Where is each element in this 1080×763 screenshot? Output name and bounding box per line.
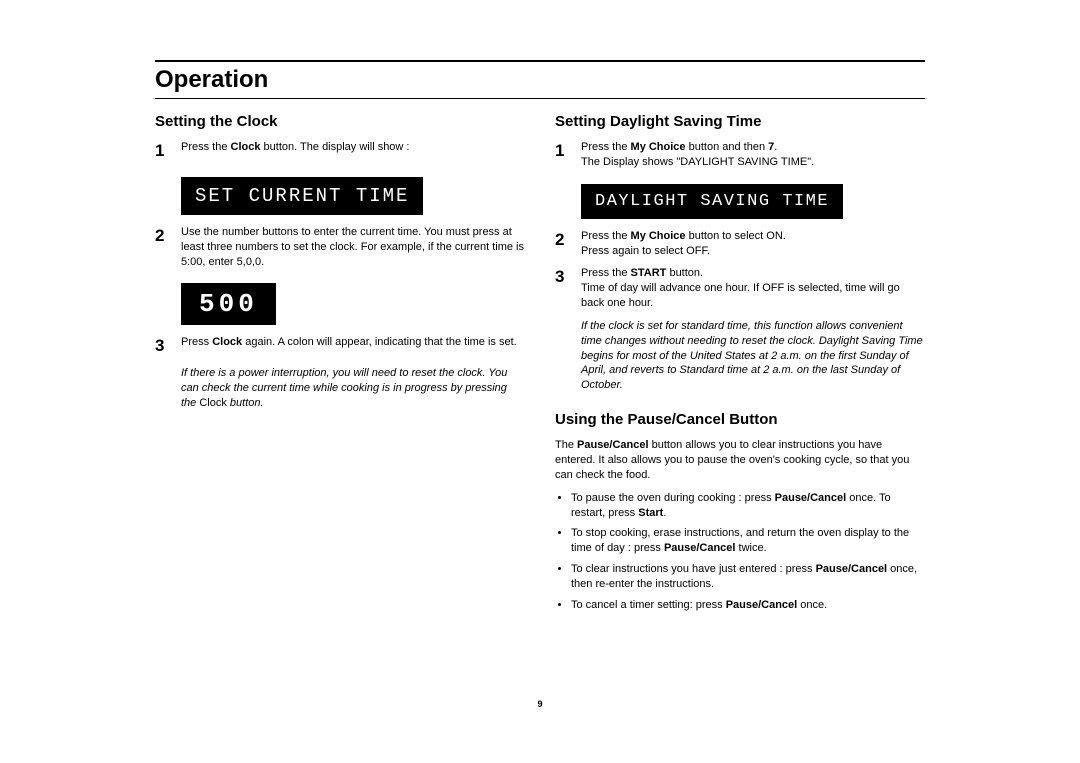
dst-step-3: 3 Press the START button. Time of day wi… (555, 266, 925, 311)
bullet-stop: To stop cooking, erase instructions, and… (571, 526, 925, 556)
step-number: 2 (555, 229, 571, 259)
two-column-layout: Setting the Clock 1 Press the Clock butt… (155, 113, 925, 619)
step-number: 3 (555, 266, 571, 311)
heading-daylight-saving: Setting Daylight Saving Time (555, 113, 925, 130)
page-title: Operation (155, 66, 925, 94)
step-text: Press Clock again. A colon will appear, … (181, 335, 525, 358)
step-number: 1 (555, 140, 571, 170)
heading-setting-the-clock: Setting the Clock (155, 113, 525, 130)
step-text: Press the Clock button. The display will… (181, 140, 525, 163)
step-number: 2 (155, 225, 171, 270)
step-text: Use the number buttons to enter the curr… (181, 225, 525, 270)
clock-note: If there is a power interruption, you wi… (181, 366, 525, 411)
pause-cancel-intro: The Pause/Cancel button allows you to cl… (555, 438, 925, 483)
clock-step-3: 3 Press Clock again. A colon will appear… (155, 335, 525, 358)
lcd-display-500: 500 (181, 283, 276, 325)
step-text: Press the START button. Time of day will… (581, 266, 925, 311)
title-underline (155, 98, 925, 99)
lcd-display-daylight-saving: DAYLIGHT SAVING TIME (581, 184, 843, 219)
dst-step-2: 2 Press the My Choice button to select O… (555, 229, 925, 259)
lcd-display-set-current-time: SET CURRENT TIME (181, 177, 423, 215)
step-text: Press the My Choice button to select ON.… (581, 229, 925, 259)
pause-cancel-bullets: To pause the oven during cooking : press… (555, 491, 925, 613)
bullet-pause: To pause the oven during cooking : press… (571, 491, 925, 521)
left-column: Setting the Clock 1 Press the Clock butt… (155, 113, 525, 619)
step-number: 3 (155, 335, 171, 358)
bullet-timer: To cancel a timer setting: press Pause/C… (571, 598, 925, 613)
right-column: Setting Daylight Saving Time 1 Press the… (555, 113, 925, 619)
dst-note: If the clock is set for standard time, t… (581, 319, 925, 393)
page-number: 9 (155, 699, 925, 709)
heading-pause-cancel: Using the Pause/Cancel Button (555, 411, 925, 428)
step-number: 1 (155, 140, 171, 163)
top-rule (155, 60, 925, 62)
dst-step-1: 1 Press the My Choice button and then 7.… (555, 140, 925, 170)
step-text: Press the My Choice button and then 7. T… (581, 140, 925, 170)
clock-step-2: 2 Use the number buttons to enter the cu… (155, 225, 525, 270)
bullet-clear: To clear instructions you have just ente… (571, 562, 925, 592)
clock-step-1: 1 Press the Clock button. The display wi… (155, 140, 525, 163)
manual-page: Operation Setting the Clock 1 Press the … (0, 0, 1080, 729)
